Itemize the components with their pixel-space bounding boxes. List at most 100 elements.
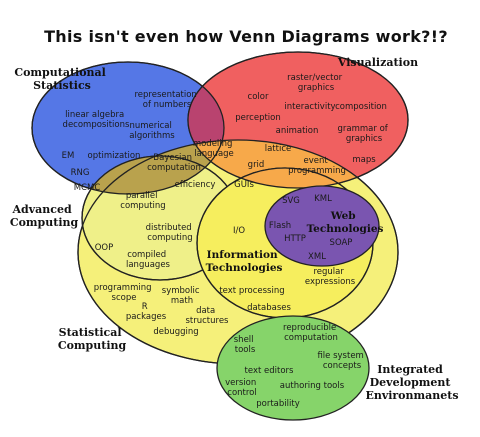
- venn-diagram: This isn't even how Venn Diagrams work?!…: [0, 0, 480, 437]
- term-symbolic-line1: symbolic: [162, 286, 200, 296]
- term-grid: grid: [248, 160, 265, 170]
- term-r-line1: R: [142, 302, 148, 312]
- term-io: I/O: [233, 226, 245, 236]
- term-animation: animation: [276, 126, 319, 136]
- information-technologies-label-line1: Information: [207, 249, 278, 261]
- statistical-computing-label-line2: Computing: [58, 339, 127, 352]
- term-raster-line1: raster/vector: [287, 73, 343, 83]
- term-authoring-tools: authoring tools: [280, 381, 345, 391]
- term-representation-of-numbers: representation of numbers: [134, 90, 199, 110]
- term-lattice: lattice: [265, 144, 292, 154]
- term-rng: RNG: [71, 168, 90, 178]
- information-technologies-label-line2: Technologies: [206, 262, 283, 274]
- term-r-line2: packages: [126, 312, 167, 322]
- term-bayesian-line1: Bayesian: [153, 153, 192, 163]
- web-technologies-label-line2: Technologies: [307, 223, 384, 235]
- term-flash: Flash: [269, 221, 291, 231]
- term-text-processing: text processing: [219, 286, 284, 296]
- advanced-computing-label-line2: Computing: [10, 216, 79, 229]
- term-shell-line2: tools: [235, 345, 256, 355]
- term-grammar-line2: graphics: [346, 134, 383, 144]
- term-guis: GUIs: [234, 180, 254, 190]
- term-numerical-algorithms-line2: algorithms: [129, 131, 175, 141]
- term-numerical-algorithms: numerical algorithms: [129, 121, 175, 141]
- integrated-development-label-line2: Development: [370, 376, 452, 389]
- term-bayesian-computation: Bayesian computation: [147, 153, 201, 173]
- term-modeling-line2: language: [194, 149, 234, 159]
- term-xml: XML: [308, 252, 326, 262]
- term-regular-line2: expressions: [305, 277, 356, 287]
- term-http: HTTP: [284, 234, 306, 244]
- term-symbolic-line2: math: [171, 296, 193, 306]
- term-version-line1: version: [225, 378, 256, 388]
- term-file-system-line2: concepts: [323, 361, 362, 371]
- term-programming-line1: programming: [94, 283, 152, 293]
- term-mcmc: MCMC: [74, 183, 101, 193]
- term-distributed-computing: distributed computing: [146, 223, 195, 243]
- term-parallel-computing: parallel computing: [120, 191, 165, 211]
- term-programming-line2: scope: [112, 293, 137, 303]
- term-em: EM: [62, 151, 75, 161]
- term-color: color: [248, 92, 269, 102]
- term-file-system-line1: file system: [317, 351, 363, 361]
- term-data-line1: data: [196, 306, 215, 316]
- term-shell-tools: shell tools: [234, 335, 256, 355]
- term-maps: maps: [352, 155, 376, 165]
- term-numerical-algorithms-line1: numerical: [129, 121, 171, 131]
- term-composition: composition: [335, 102, 387, 112]
- term-parallel-line2: computing: [120, 201, 165, 211]
- term-version-line2: control: [227, 388, 256, 398]
- term-grammar-line1: grammar of: [338, 124, 389, 134]
- term-version-control: version control: [225, 378, 259, 398]
- term-optimization: optimization: [88, 151, 141, 161]
- term-distributed-line2: computing: [147, 233, 192, 243]
- term-file-system-concepts: file system concepts: [317, 351, 366, 371]
- term-soap: SOAP: [330, 238, 353, 248]
- term-reproducible-line2: computation: [284, 333, 338, 343]
- integrated-development-label-line3: Environmanets: [365, 389, 458, 402]
- term-compiled-line2: languages: [126, 260, 171, 270]
- term-svg: SVG: [282, 196, 300, 206]
- term-perception: perception: [235, 113, 281, 123]
- information-technologies-label: Information Technologies: [206, 249, 283, 274]
- term-interactivity: interactivity: [284, 102, 335, 112]
- computational-statistics-label-line2: Statistics: [33, 79, 91, 92]
- visualization-label: Visualization: [337, 56, 418, 69]
- term-event-line2: programming: [288, 166, 346, 176]
- integrated-development-label: Integrated Development Environmanets: [365, 363, 458, 402]
- term-shell-line1: shell: [234, 335, 254, 345]
- term-event-line1: event: [304, 156, 329, 166]
- term-data-line2: structures: [185, 316, 229, 326]
- term-debugging: debugging: [153, 327, 198, 337]
- diagram-title: This isn't even how Venn Diagrams work?!…: [44, 27, 448, 46]
- term-reproducible-computation: reproducible computation: [283, 323, 339, 343]
- term-modeling-line1: modeling: [193, 139, 233, 149]
- term-oop: OOP: [95, 243, 114, 253]
- web-technologies-label-line1: Web: [330, 210, 356, 222]
- term-distributed-line1: distributed: [146, 223, 192, 233]
- term-compiled-line1: compiled: [127, 250, 166, 260]
- term-linear-algebra-line2: decompositions: [63, 120, 130, 130]
- term-bayesian-line2: computation: [147, 163, 201, 173]
- term-representation-of-numbers-line2: of numbers: [143, 100, 192, 110]
- statistical-computing-label-line1: Statistical: [59, 326, 122, 339]
- term-reproducible-line1: reproducible: [283, 323, 336, 333]
- term-efficiency: efficiency: [175, 180, 216, 190]
- term-databases: databases: [247, 303, 291, 313]
- computational-statistics-label-line1: Computational: [14, 66, 106, 79]
- term-linear-algebra-decompositions: linear algebra decompositions: [63, 110, 130, 130]
- term-representation-of-numbers-line1: representation: [134, 90, 196, 100]
- term-raster-line2: graphics: [298, 83, 335, 93]
- term-text-editors: text editors: [245, 366, 294, 376]
- term-linear-algebra-line1: linear algebra: [65, 110, 124, 120]
- term-compiled-languages: compiled languages: [126, 250, 171, 270]
- statistical-computing-label: Statistical Computing: [58, 326, 127, 352]
- term-kml: KML: [314, 194, 332, 204]
- advanced-computing-label-line1: Advanced: [12, 203, 72, 216]
- term-portability: portability: [256, 399, 299, 409]
- venn-diagram-svg: This isn't even how Venn Diagrams work?!…: [10, 27, 459, 421]
- integrated-development-label-line1: Integrated: [377, 363, 443, 376]
- term-parallel-line1: parallel: [126, 191, 158, 201]
- advanced-computing-label: Advanced Computing: [10, 203, 79, 229]
- term-modeling-language: modeling language: [193, 139, 235, 159]
